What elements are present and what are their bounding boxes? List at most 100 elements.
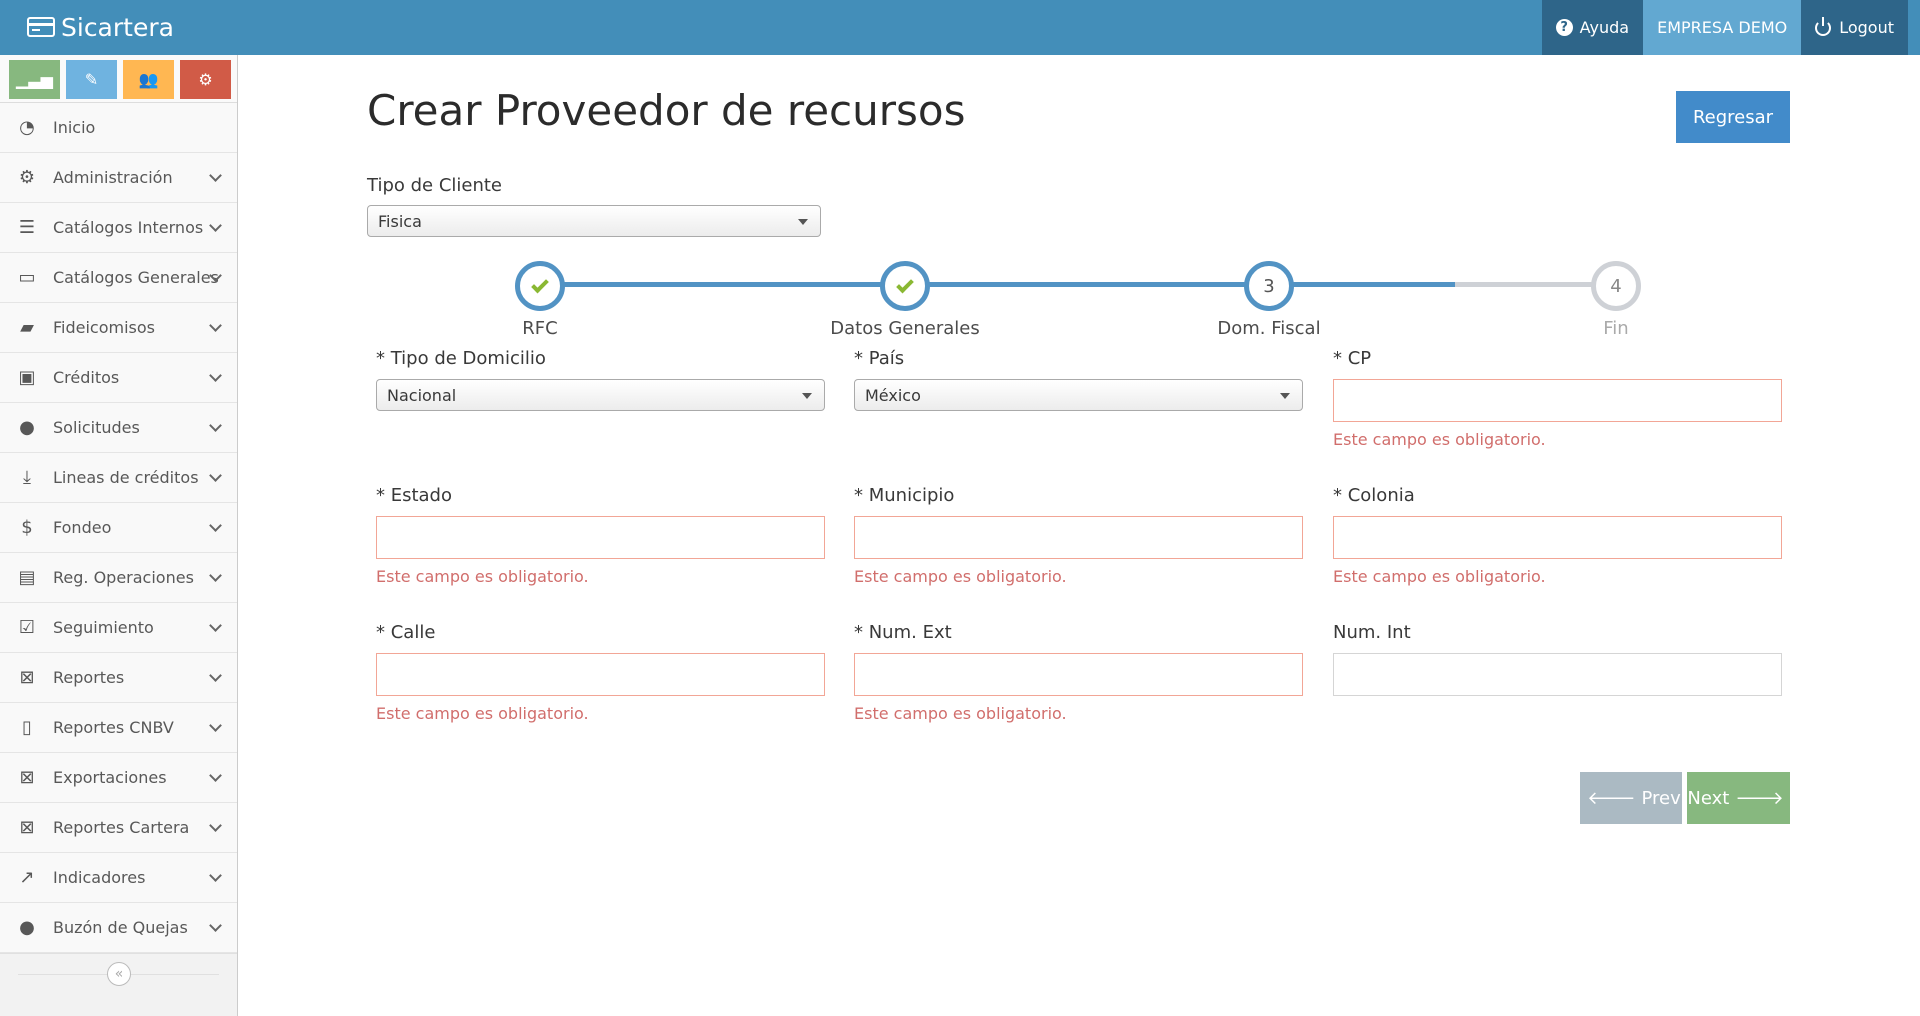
download-icon: ⤓ [23, 467, 31, 488]
wizard-progress [540, 282, 1455, 287]
dollar-icon: $ [21, 517, 33, 538]
shortcut-signal-button[interactable]: ▁▃▅ [9, 60, 60, 99]
brand-name: Sicartera [61, 12, 174, 42]
sidebar-item-reg-operaciones[interactable]: ▤ Reg. Operaciones [0, 553, 237, 603]
sidebar-item-fondeo[interactable]: $ Fondeo [0, 503, 237, 553]
comment-icon: ● [19, 917, 35, 938]
calle-error: Este campo es obligatorio. [376, 704, 589, 723]
estado-error: Este campo es obligatorio. [376, 567, 589, 586]
sidebar: ▁▃▅ ✎ 👥 ⚙ ◔ Inicio ⚙ Administración ☰ Catálog… [0, 55, 238, 1016]
collapse-sidebar-button[interactable]: « [107, 962, 131, 986]
sidebar-item-buz-n-de-quejas[interactable]: ● Buzón de Quejas [0, 903, 237, 953]
logout-button[interactable]: Logout [1801, 0, 1908, 55]
logout-label: Logout [1839, 18, 1894, 37]
sidebar-item-reportes-cnbv[interactable]: ▯ Reportes CNBV [0, 703, 237, 753]
sidebar-item-exportaciones[interactable]: ⊠ Exportaciones [0, 753, 237, 803]
sidebar-item-solicitudes[interactable]: ● Solicitudes [0, 403, 237, 453]
municipio-label: * Municipio [854, 485, 955, 506]
shortcut-cogs-button[interactable]: ⚙ [180, 60, 231, 99]
company-menu[interactable]: EMPRESA DEMO [1643, 0, 1802, 55]
pencil-icon: ✎ [84, 70, 99, 89]
municipio-input[interactable] [854, 516, 1303, 559]
sidebar-item-inicio[interactable]: ◔ Inicio [0, 103, 237, 153]
sidebar-shortcuts: ▁▃▅ ✎ 👥 ⚙ [0, 55, 237, 103]
tipo-cliente-value: Fisica [378, 212, 422, 231]
sidebar-item-label: Catálogos Internos [53, 218, 204, 237]
shortcut-users-button[interactable]: 👥 [123, 60, 174, 99]
wizard-step-datos-generales[interactable] [880, 261, 930, 311]
caret-down-icon [1280, 393, 1290, 399]
signal-icon: ▁▃▅ [16, 70, 53, 89]
help-button[interactable]: ? Ayuda [1541, 0, 1644, 55]
power-icon [1815, 16, 1832, 36]
next-button[interactable]: Next 🡒 [1687, 772, 1790, 824]
file-icon: ▯ [22, 717, 32, 738]
sidebar-item-label: Administración [53, 168, 173, 187]
wizard-step-rfc[interactable] [515, 261, 565, 311]
chevron-down-icon [209, 369, 222, 382]
tipo-domicilio-select[interactable]: Nacional [376, 379, 825, 411]
sidebar-item-reportes-cartera[interactable]: ⊠ Reportes Cartera [0, 803, 237, 853]
brand-logo[interactable]: Sicartera [27, 12, 174, 42]
top-navbar: Sicartera ? Ayuda EMPRESA DEMO Logout [0, 0, 1920, 55]
pais-label: * País [854, 348, 905, 369]
file-excel-icon: ⊠ [19, 817, 35, 838]
sidebar-item-fideicomisos[interactable]: ▰ Fideicomisos [0, 303, 237, 353]
prev-button[interactable]: 🡐 Prev [1580, 772, 1682, 824]
sidebar-item-label: Créditos [53, 368, 120, 387]
chevron-down-icon [209, 319, 222, 332]
pais-select[interactable]: México [854, 379, 1303, 411]
wizard-step-number: 3 [1263, 275, 1275, 297]
colonia-error: Este campo es obligatorio. [1333, 567, 1546, 586]
num-ext-input[interactable] [854, 653, 1303, 696]
sidebar-item-label: Solicitudes [53, 418, 140, 437]
sidebar-item-label: Catálogos Generales [53, 268, 219, 287]
chevron-down-icon [209, 169, 222, 182]
wizard-step-fin[interactable]: 4 [1591, 261, 1641, 311]
pais-value: México [865, 386, 921, 405]
chevron-down-icon [209, 819, 222, 832]
num-int-input[interactable] [1333, 653, 1782, 696]
chevron-down-icon [209, 619, 222, 632]
tipo-cliente-select[interactable]: Fisica [367, 205, 821, 237]
briefcase-icon: ▣ [18, 367, 36, 388]
shortcut-pencil-button[interactable]: ✎ [66, 60, 117, 99]
chevron-down-icon [209, 469, 222, 482]
num-ext-label: * Num. Ext [854, 622, 952, 643]
chevron-down-icon [209, 219, 222, 232]
sidebar-item-label: Exportaciones [53, 768, 167, 787]
folder-open-icon: ▰ [20, 317, 34, 338]
sidebar-item-cat-logos-internos[interactable]: ☰ Catálogos Internos [0, 203, 237, 253]
sidebar-item-label: Reg. Operaciones [53, 568, 194, 587]
colonia-input[interactable] [1333, 516, 1782, 559]
sidebar-item-cr-ditos[interactable]: ▣ Créditos [0, 353, 237, 403]
back-button[interactable]: Regresar [1676, 91, 1790, 143]
sidebar-item-seguimiento[interactable]: ☑ Seguimiento [0, 603, 237, 653]
next-label: Next [1687, 787, 1730, 809]
tipo-domicilio-label: * Tipo de Domicilio [376, 348, 546, 369]
check-square-icon: ☑ [18, 617, 36, 638]
sidebar-item-label: Lineas de créditos [53, 468, 199, 487]
chevron-down-icon [209, 519, 222, 532]
sidebar-item-label: Indicadores [53, 868, 146, 887]
estado-label: * Estado [376, 485, 452, 506]
page-title: Crear Proveedor de recursos [367, 86, 966, 135]
user-icon: ● [19, 417, 35, 438]
estado-input[interactable] [376, 516, 825, 559]
cp-input[interactable] [1333, 379, 1782, 422]
sidebar-item-label: Inicio [53, 118, 96, 137]
colonia-label: * Colonia [1333, 485, 1415, 506]
database-icon: ☰ [18, 217, 36, 238]
wizard-step-dom-fiscal[interactable]: 3 [1244, 261, 1294, 311]
sidebar-item-lineas-de-cr-ditos[interactable]: ⤓ Lineas de créditos [0, 453, 237, 503]
calle-input[interactable] [376, 653, 825, 696]
sidebar-item-reportes[interactable]: ⊠ Reportes [0, 653, 237, 703]
municipio-error: Este campo es obligatorio. [854, 567, 1067, 586]
sidebar-item-label: Reportes CNBV [53, 718, 174, 737]
sidebar-item-administraci-n[interactable]: ⚙ Administración [0, 153, 237, 203]
gears-icon: ⚙ [18, 167, 36, 188]
sidebar-item-cat-logos-generales[interactable]: ▭ Catálogos Generales [0, 253, 237, 303]
file-excel-icon: ⊠ [19, 667, 35, 688]
sidebar-item-indicadores[interactable]: ↗ Indicadores [0, 853, 237, 903]
double-chevron-left-icon: « [114, 966, 124, 982]
